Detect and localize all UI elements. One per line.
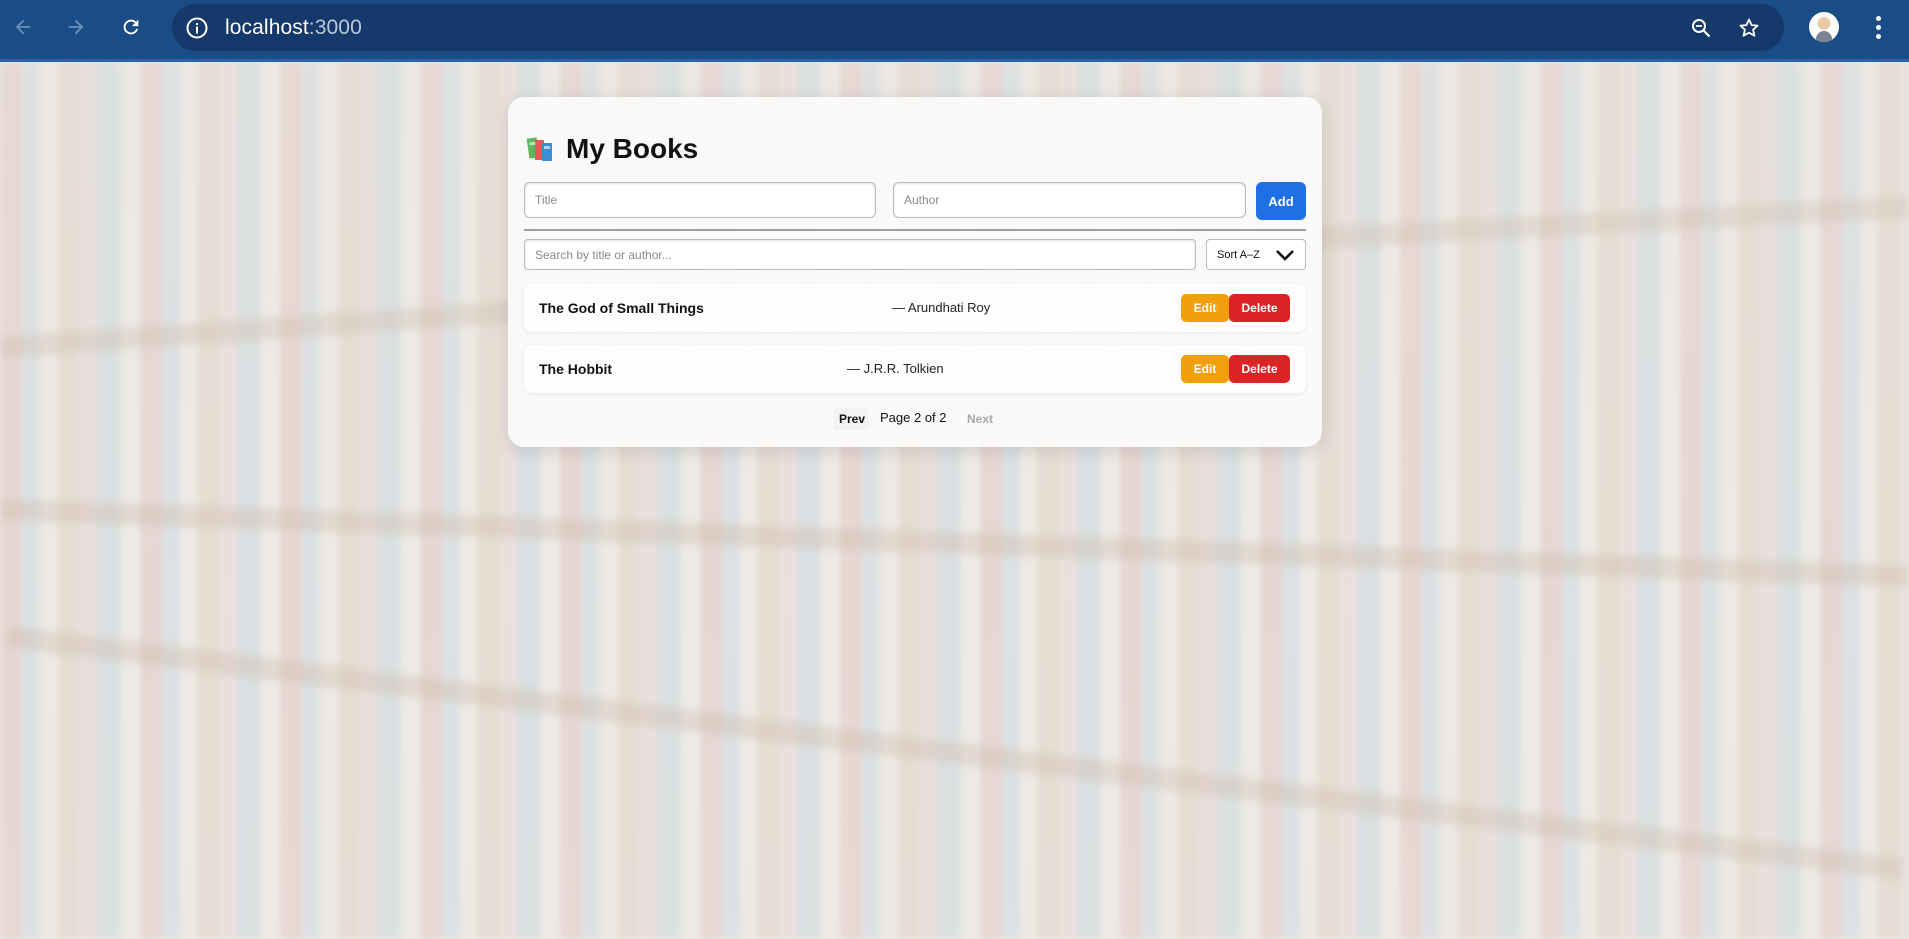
browser-toolbar: localhost:3000 [0,0,1909,62]
author-input[interactable] [893,182,1246,218]
books-card: My Books Add Sort A–Z The God of Small T… [508,97,1322,447]
delete-button[interactable]: Delete [1229,355,1290,383]
page-indicator: Page 2 of 2 [880,410,947,425]
header: My Books [526,133,698,165]
book-title: The God of Small Things [539,300,704,316]
address-bar[interactable]: localhost:3000 [172,4,1784,51]
more-menu-icon[interactable] [1864,10,1892,44]
profile-avatar[interactable] [1809,12,1839,42]
book-row: The Hobbit — J.R.R. Tolkien Edit Delete [524,345,1306,393]
prev-page-button[interactable]: Prev [833,408,869,430]
divider [524,229,1306,231]
edit-button[interactable]: Edit [1181,355,1229,383]
add-book-button[interactable]: Add [1256,182,1306,220]
book-row: The God of Small Things — Arundhati Roy … [524,284,1306,332]
site-info-icon[interactable] [184,15,209,40]
url-port: :3000 [308,16,362,39]
url-text: localhost:3000 [225,15,362,41]
book-author: — Arundhati Roy [892,300,991,315]
url-host: localhost [225,16,309,39]
forward-arrow-icon[interactable] [58,9,94,45]
back-arrow-icon[interactable] [5,9,41,45]
title-input[interactable] [524,182,876,218]
sort-selected-value: Sort A–Z [1217,249,1260,261]
edit-button[interactable]: Edit [1181,294,1229,322]
page-title: My Books [566,133,699,164]
search-input[interactable] [524,239,1196,270]
next-page-button[interactable]: Next [960,408,1000,430]
chevron-down-icon [1276,250,1294,261]
book-title: The Hobbit [539,361,613,377]
bookmark-star-icon[interactable] [1735,14,1763,42]
zoom-icon[interactable] [1687,14,1715,42]
book-author: — J.R.R. Tolkien [847,361,944,376]
reload-icon[interactable] [113,9,149,45]
delete-button[interactable]: Delete [1229,294,1290,322]
books-icon [526,137,552,161]
sort-select[interactable]: Sort A–Z [1206,239,1306,270]
